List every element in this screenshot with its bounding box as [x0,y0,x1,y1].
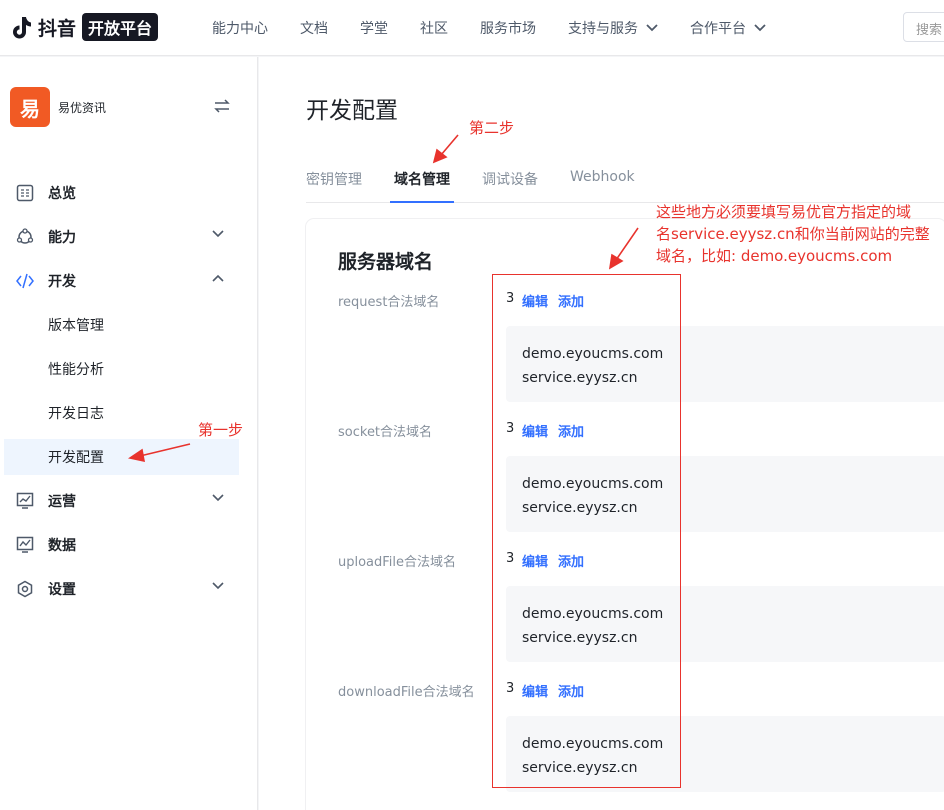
domain-label-request: request合法域名 [338,295,440,310]
chevron-down-icon [754,24,766,32]
section-title: 服务器域名 [338,251,434,273]
nav-label: 学堂 [360,21,388,37]
nav-label: 文档 [300,21,328,37]
sidebar-item-label: 设置 [48,582,76,598]
nav-label: 服务市场 [480,21,536,37]
operation-icon [16,492,34,509]
app-avatar: 易 [10,87,50,127]
settings-icon [17,580,33,598]
annotation-step2: 第二步 [469,119,515,137]
sidebar-item-develop[interactable]: 开发 [0,259,258,303]
tab-domain-management[interactable]: 域名管理 [390,169,454,203]
sidebar-item-operation[interactable]: 运营 [0,479,258,523]
top-nav: 能力中心 文档 学堂 社区 服务市场 支持与服务 合作平台 [212,0,798,56]
page-title: 开发配置 [306,98,398,124]
platform-logo[interactable]: 抖音 开放平台 [8,12,159,42]
nav-label: 社区 [420,21,448,37]
sidebar-item-capability[interactable]: 能力 [0,215,258,259]
nav-item-capability-center[interactable]: 能力中心 [212,18,268,38]
nav-label: 能力中心 [212,21,268,37]
app-selector[interactable]: 易 易优资讯 [10,87,106,127]
domain-label-upload: uploadFile合法域名 [338,555,457,570]
chevron-down-icon [212,494,224,502]
nav-label: 支持与服务 [568,21,638,37]
annotation-note-line: 名service.eyysz.cn和你当前网站的完整 [656,225,930,243]
nav-label: 合作平台 [690,21,746,37]
nav-item-docs[interactable]: 文档 [300,18,328,38]
nav-item-academy[interactable]: 学堂 [360,18,388,38]
overview-icon [16,184,34,202]
sidebar-item-label: 总览 [48,186,76,202]
sidebar-item-settings[interactable]: 设置 [0,567,258,611]
douyin-logo-icon [8,14,34,40]
nav-item-support[interactable]: 支持与服务 [568,18,658,38]
sidebar-item-overview[interactable]: 总览 [0,171,258,215]
tab-debug-devices[interactable]: 调试设备 [482,169,538,203]
annotation-step1: 第一步 [198,421,244,439]
chevron-down-icon [212,582,224,590]
chevron-down-icon [212,230,224,238]
domain-label-download: downloadFile合法域名 [338,685,475,700]
tab-bar: 密钥管理 域名管理 调试设备 Webhook [306,157,944,203]
brand-name: 抖音 [38,17,77,40]
brand-badge: 开放平台 [82,13,159,41]
annotation-note: 这些地方必须要填写易优官方指定的域 名service.eyysz.cn和你当前网… [656,201,944,267]
code-icon [16,273,34,289]
data-icon [16,536,34,553]
search-input[interactable]: 搜索 [903,12,944,42]
nav-item-community[interactable]: 社区 [420,18,448,38]
chevron-up-icon [212,274,224,282]
app-name: 易优资讯 [58,100,107,115]
sidebar-item-label: 开发 [48,274,76,290]
domain-label-socket: socket合法域名 [338,425,433,440]
chevron-down-icon [646,24,658,32]
nav-item-partner[interactable]: 合作平台 [690,18,766,38]
annotation-note-line: 域名，比如: demo.eyoucms.com [656,247,893,265]
switch-app-icon[interactable] [213,99,231,113]
annotation-note-line: 这些地方必须要填写易优官方指定的域 [656,203,912,221]
capability-icon [16,228,34,244]
tab-webhook[interactable]: Webhook [570,169,635,203]
sidebar-subitem-version[interactable]: 版本管理 [4,307,239,343]
highlight-box [492,274,681,788]
sidebar-item-label: 运营 [48,494,76,510]
sidebar-subitem-performance[interactable]: 性能分析 [4,351,239,387]
sidebar-item-data[interactable]: 数据 [0,523,258,567]
nav-item-service-market[interactable]: 服务市场 [480,18,536,38]
sidebar-item-label: 能力 [48,230,76,246]
top-navbar: 抖音 开放平台 能力中心 文档 学堂 社区 服务市场 支持与服务 合作平台 搜索 [0,0,944,56]
tab-key-management[interactable]: 密钥管理 [306,169,362,203]
sidebar-item-label: 数据 [48,538,76,554]
sidebar-subitem-dev-config[interactable]: 开发配置 [4,439,239,475]
